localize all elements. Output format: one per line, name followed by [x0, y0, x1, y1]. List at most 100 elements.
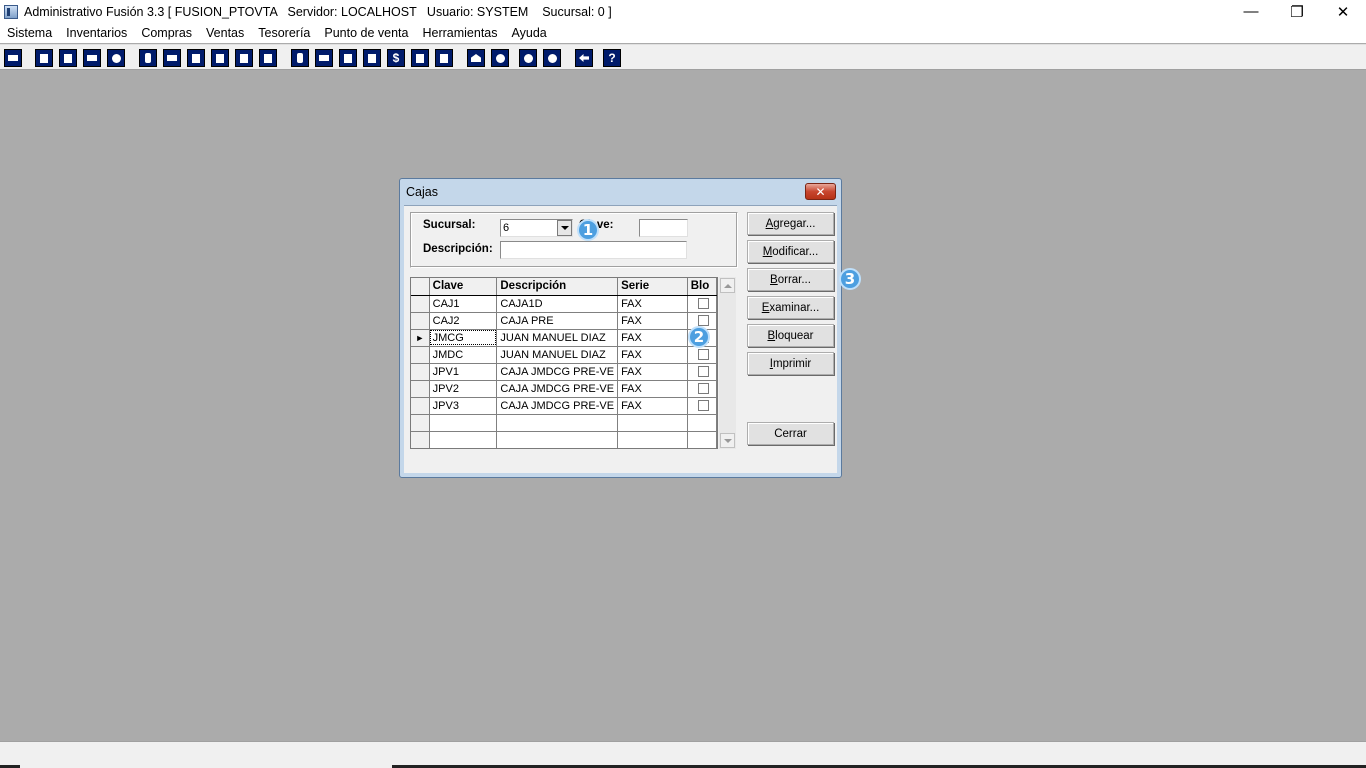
table-row[interactable]: JPV3 CAJA JMDCG PRE-VE FAX: [411, 397, 717, 415]
cell-clave[interactable]: JPV1: [429, 363, 498, 381]
header-serie[interactable]: Serie: [617, 278, 688, 296]
grid-scrollbar[interactable]: [719, 277, 736, 449]
search-icon[interactable]: [107, 49, 125, 67]
home-icon[interactable]: [467, 49, 485, 67]
minimize-button[interactable]: —: [1228, 0, 1274, 23]
imprimir-button[interactable]: Imprimir: [747, 352, 834, 375]
export-icon[interactable]: [339, 49, 357, 67]
refresh-icon[interactable]: [519, 49, 537, 67]
cell-descripcion[interactable]: CAJA PRE: [496, 312, 619, 330]
cell-descripcion[interactable]: CAJA JMDCG PRE-VE: [496, 363, 619, 381]
scroll-down-icon[interactable]: [720, 433, 735, 448]
help-icon[interactable]: ?: [603, 49, 621, 67]
undo-icon[interactable]: [543, 49, 561, 67]
modificar-button[interactable]: Modificar...: [747, 240, 834, 263]
table-row[interactable]: CAJ1 CAJA1D FAX: [411, 295, 717, 313]
cell-empty[interactable]: [496, 431, 619, 448]
users-icon[interactable]: [291, 49, 309, 67]
clave-field[interactable]: [639, 219, 688, 237]
cell-descripcion[interactable]: CAJA JMDCG PRE-VE: [496, 397, 619, 415]
cell-empty[interactable]: [617, 431, 688, 448]
cell-bloqueada[interactable]: [687, 363, 717, 381]
cell-bloqueada[interactable]: [687, 346, 717, 364]
borrar-button[interactable]: Borrar...: [747, 268, 834, 291]
restore-button[interactable]: ❐: [1274, 0, 1320, 23]
bloqueada-checkbox[interactable]: [697, 349, 709, 361]
menu-tesoreria[interactable]: Tesorería: [251, 23, 317, 43]
box-icon[interactable]: [315, 49, 333, 67]
cell-clave[interactable]: JMDC: [429, 346, 498, 364]
table-row[interactable]: JPV1 CAJA JMDCG PRE-VE FAX: [411, 363, 717, 381]
cell-clave[interactable]: JPV3: [429, 397, 498, 415]
examinar-button[interactable]: Examinar...: [747, 296, 834, 319]
table-row-empty[interactable]: [411, 414, 717, 432]
cell-serie[interactable]: FAX: [617, 397, 688, 415]
menu-compras[interactable]: Compras: [134, 23, 199, 43]
scroll-up-icon[interactable]: [720, 278, 735, 293]
agregar-button[interactable]: Agregar...: [747, 212, 834, 235]
cell-serie[interactable]: FAX: [617, 312, 688, 330]
bloquear-button[interactable]: Bloquear: [747, 324, 834, 347]
cell-serie[interactable]: FAX: [617, 346, 688, 364]
cajas-grid[interactable]: Clave Descripción Serie Blo CAJ1 CAJA1D …: [410, 277, 718, 449]
copy-icon[interactable]: [35, 49, 53, 67]
descripcion-field[interactable]: [500, 241, 687, 259]
bloqueada-checkbox[interactable]: [697, 298, 709, 310]
zoom-icon[interactable]: [491, 49, 509, 67]
cell-empty[interactable]: [617, 414, 688, 432]
cell-empty[interactable]: [687, 414, 717, 432]
cell-serie[interactable]: FAX: [617, 295, 688, 313]
cell-bloqueada[interactable]: [687, 295, 717, 313]
close-window-button[interactable]: ✕: [1320, 0, 1366, 23]
bloqueada-checkbox[interactable]: [697, 383, 709, 395]
cell-descripcion[interactable]: JUAN MANUEL DIAZ: [496, 329, 619, 347]
cell-empty[interactable]: [496, 414, 619, 432]
menu-sistema[interactable]: Sistema: [0, 23, 59, 43]
cell-clave[interactable]: CAJ2: [429, 312, 498, 330]
table-row-current[interactable]: ► JMCG JUAN MANUEL DIAZ FAX: [411, 329, 717, 347]
cell-serie[interactable]: FAX: [617, 380, 688, 398]
cell-clave[interactable]: JMCG: [429, 329, 498, 347]
cell-empty[interactable]: [687, 431, 717, 448]
calculator-icon[interactable]: [4, 49, 22, 67]
cell-descripcion[interactable]: JUAN MANUEL DIAZ: [496, 346, 619, 364]
dollar-icon[interactable]: $: [387, 49, 405, 67]
report-icon[interactable]: [411, 49, 429, 67]
print-icon[interactable]: [211, 49, 229, 67]
cell-bloqueada[interactable]: [687, 380, 717, 398]
bloqueada-checkbox[interactable]: [697, 366, 709, 378]
folder-icon[interactable]: [163, 49, 181, 67]
bloqueada-checkbox[interactable]: [697, 315, 709, 327]
table-row-empty[interactable]: [411, 431, 717, 448]
menu-herramientas[interactable]: Herramientas: [415, 23, 504, 43]
header-bloqueada[interactable]: Blo: [687, 278, 717, 296]
clipboard-icon[interactable]: [59, 49, 77, 67]
header-descripcion[interactable]: Descripción: [496, 278, 619, 296]
cell-serie[interactable]: FAX: [617, 329, 688, 347]
transfer-icon[interactable]: [83, 49, 101, 67]
menu-punto-de-venta[interactable]: Punto de venta: [317, 23, 415, 43]
table-row[interactable]: CAJ2 CAJA PRE FAX: [411, 312, 717, 330]
table-row[interactable]: JMDC JUAN MANUEL DIAZ FAX: [411, 346, 717, 364]
cell-serie[interactable]: FAX: [617, 363, 688, 381]
header-clave[interactable]: Clave: [429, 278, 498, 296]
cell-clave[interactable]: JPV2: [429, 380, 498, 398]
menu-ventas[interactable]: Ventas: [199, 23, 251, 43]
menu-inventarios[interactable]: Inventarios: [59, 23, 134, 43]
cell-empty[interactable]: [429, 431, 498, 448]
table-icon[interactable]: [435, 49, 453, 67]
cell-descripcion[interactable]: CAJA JMDCG PRE-VE: [496, 380, 619, 398]
cell-clave[interactable]: CAJ1: [429, 295, 498, 313]
dialog-close-button[interactable]: ✕: [805, 183, 836, 200]
menu-ayuda[interactable]: Ayuda: [505, 23, 554, 43]
bloqueada-checkbox[interactable]: [697, 400, 709, 412]
import-icon[interactable]: [187, 49, 205, 67]
list-icon[interactable]: [259, 49, 277, 67]
add-icon[interactable]: [363, 49, 381, 67]
cerrar-button[interactable]: Cerrar: [747, 422, 834, 445]
back-arrow-icon[interactable]: [575, 49, 593, 67]
document-icon[interactable]: [235, 49, 253, 67]
sucursal-combo[interactable]: 6: [500, 219, 573, 237]
cell-empty[interactable]: [429, 414, 498, 432]
table-row[interactable]: JPV2 CAJA JMDCG PRE-VE FAX: [411, 380, 717, 398]
